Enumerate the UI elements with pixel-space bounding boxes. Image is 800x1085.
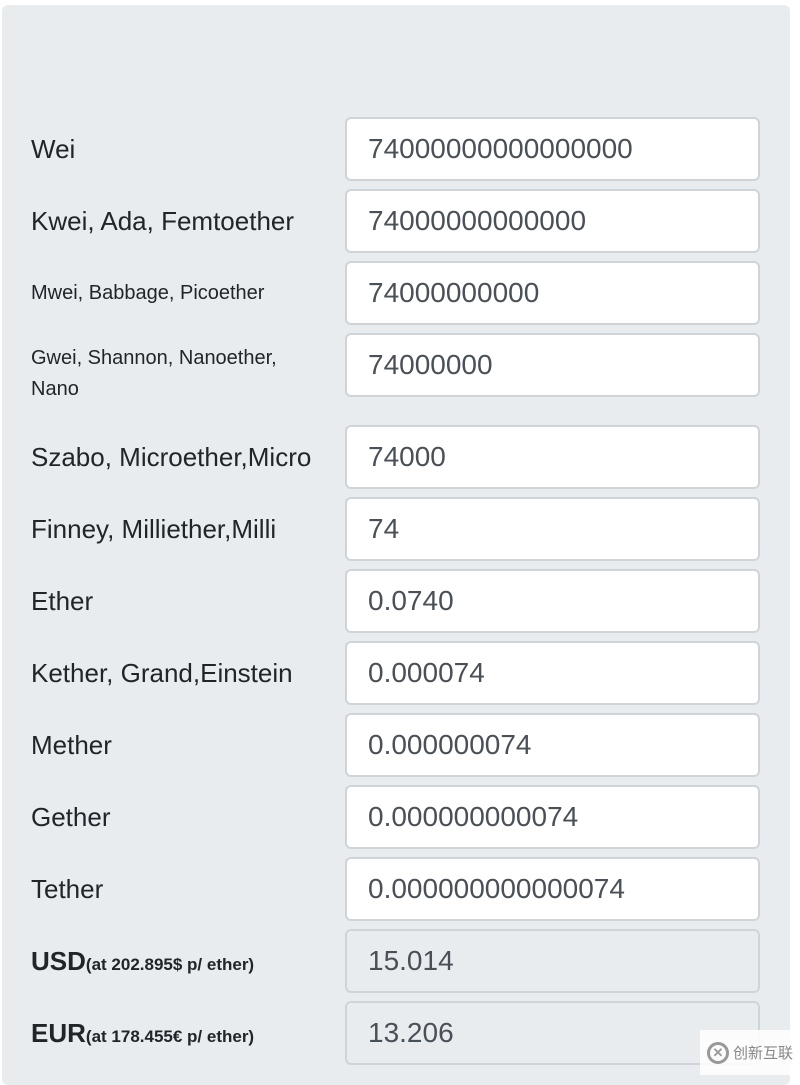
usd-output bbox=[345, 929, 760, 993]
mether-input[interactable] bbox=[345, 713, 760, 777]
logo-icon: ✕ bbox=[706, 1041, 729, 1064]
rate-note: (at 202.895$ p/ ether) bbox=[85, 955, 255, 974]
fiat-label: EUR(at 178.455€ p/ ether) bbox=[31, 1001, 331, 1069]
gether-input[interactable] bbox=[345, 785, 760, 849]
tether-input[interactable] bbox=[345, 857, 760, 921]
watermark-text: 创新互联 bbox=[732, 1045, 793, 1062]
watermark-logo: ✕ 创新互联 bbox=[700, 1030, 800, 1075]
kwei-input[interactable] bbox=[345, 189, 760, 253]
unit-label: Kwei, Ada, Femtoether bbox=[31, 206, 295, 236]
currency-code: EUR bbox=[31, 1018, 86, 1048]
unit-row-mether: Mether bbox=[2, 713, 790, 777]
converter-panel: Wei Kwei, Ada, Femtoether Mwei, Babbage,… bbox=[2, 5, 790, 1085]
unit-row-wei: Wei bbox=[2, 117, 790, 181]
unit-label: Mether bbox=[31, 730, 112, 760]
gwei-input[interactable] bbox=[345, 333, 760, 397]
unit-label: Gether bbox=[31, 802, 111, 832]
unit-label: Finney, Milliether,Milli bbox=[31, 514, 277, 544]
eur-output bbox=[345, 1001, 760, 1065]
unit-label: Wei bbox=[31, 134, 76, 164]
unit-label: Tether bbox=[31, 874, 104, 904]
unit-row-gwei: Gwei, Shannon, Nanoether, Nano bbox=[2, 333, 790, 417]
unit-row-mwei: Mwei, Babbage, Picoether bbox=[2, 261, 790, 325]
fiat-label: USD(at 202.895$ p/ ether) bbox=[31, 929, 331, 997]
unit-row-kether: Kether, Grand,Einstein bbox=[2, 641, 790, 705]
ether-input[interactable] bbox=[345, 569, 760, 633]
unit-label: Kether, Grand,Einstein bbox=[31, 658, 293, 688]
mwei-input[interactable] bbox=[345, 261, 760, 325]
unit-row-finney: Finney, Milliether,Milli bbox=[2, 497, 790, 561]
wei-input[interactable] bbox=[345, 117, 760, 181]
unit-row-szabo: Szabo, Microether,Micro bbox=[2, 425, 790, 489]
unit-row-ether: Ether bbox=[2, 569, 790, 633]
unit-label: Ether bbox=[31, 586, 94, 616]
unit-row-gether: Gether bbox=[2, 785, 790, 849]
unit-label: Gwei, Shannon, Nanoether, Nano bbox=[31, 347, 277, 400]
unit-label: Szabo, Microether,Micro bbox=[31, 442, 312, 472]
szabo-input[interactable] bbox=[345, 425, 760, 489]
unit-label: Mwei, Babbage, Picoether bbox=[31, 282, 265, 304]
unit-row-tether: Tether bbox=[2, 857, 790, 921]
kether-input[interactable] bbox=[345, 641, 760, 705]
fiat-row-usd: USD(at 202.895$ p/ ether) bbox=[2, 929, 790, 993]
unit-row-kwei: Kwei, Ada, Femtoether bbox=[2, 189, 790, 253]
currency-code: USD bbox=[31, 946, 86, 976]
fiat-row-eur: EUR(at 178.455€ p/ ether) bbox=[2, 1001, 790, 1065]
rate-note: (at 178.455€ p/ ether) bbox=[85, 1027, 255, 1046]
finney-input[interactable] bbox=[345, 497, 760, 561]
